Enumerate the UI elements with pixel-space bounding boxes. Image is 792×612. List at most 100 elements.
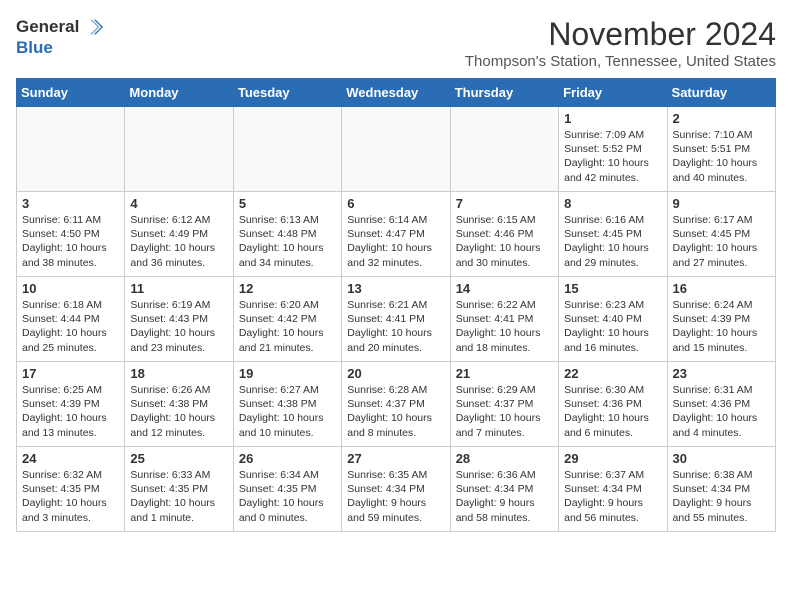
cell-details: Sunrise: 6:23 AMSunset: 4:40 PMDaylight:…	[564, 298, 661, 355]
cell-details: Sunrise: 6:12 AMSunset: 4:49 PMDaylight:…	[130, 213, 227, 270]
calendar-cell: 16 Sunrise: 6:24 AMSunset: 4:39 PMDayligh…	[667, 277, 775, 362]
day-number: 5	[239, 196, 336, 211]
calendar-cell: 7 Sunrise: 6:15 AMSunset: 4:46 PMDaylight…	[450, 192, 558, 277]
day-number: 27	[347, 451, 444, 466]
cell-details: Sunrise: 6:33 AMSunset: 4:35 PMDaylight:…	[130, 468, 227, 525]
cell-details: Sunrise: 6:26 AMSunset: 4:38 PMDaylight:…	[130, 383, 227, 440]
calendar-cell: 1 Sunrise: 7:09 AMSunset: 5:52 PMDaylight…	[559, 107, 667, 192]
day-number: 17	[22, 366, 119, 381]
calendar-header-row: SundayMondayTuesdayWednesdayThursdayFrid…	[17, 79, 776, 107]
logo-icon	[81, 16, 103, 38]
calendar-cell: 22Sunrise: 6:30 AMSunset: 4:36 PMDayligh…	[559, 362, 667, 447]
calendar-week-row: 17 Sunrise: 6:25 AMSunset: 4:39 PMDayligh…	[17, 362, 776, 447]
logo: General Blue	[16, 16, 103, 58]
column-header-sunday: Sunday	[17, 79, 125, 107]
calendar-cell: 14 Sunrise: 6:22 AMSunset: 4:41 PMDayligh…	[450, 277, 558, 362]
location-title: Thompson's Station, Tennessee, United St…	[465, 53, 776, 70]
calendar-cell: 19 Sunrise: 6:27 AMSunset: 4:38 PMDayligh…	[233, 362, 341, 447]
day-number: 15	[564, 281, 661, 296]
day-number: 21	[456, 366, 553, 381]
cell-details: Sunrise: 6:13 AMSunset: 4:48 PMDaylight:…	[239, 213, 336, 270]
calendar-cell: 4 Sunrise: 6:12 AMSunset: 4:49 PMDaylight…	[125, 192, 233, 277]
day-number: 19	[239, 366, 336, 381]
column-header-tuesday: Tuesday	[233, 79, 341, 107]
calendar-table: SundayMondayTuesdayWednesdayThursdayFrid…	[16, 78, 776, 532]
day-number: 16	[673, 281, 770, 296]
month-title: November 2024	[465, 16, 776, 53]
calendar-cell: 9 Sunrise: 6:17 AMSunset: 4:45 PMDaylight…	[667, 192, 775, 277]
calendar-cell: 2 Sunrise: 7:10 AMSunset: 5:51 PMDaylight…	[667, 107, 775, 192]
calendar-week-row: 24Sunrise: 6:32 AMSunset: 4:35 PMDayligh…	[17, 447, 776, 532]
calendar-cell: 28Sunrise: 6:36 AMSunset: 4:34 PMDayligh…	[450, 447, 558, 532]
cell-details: Sunrise: 6:25 AMSunset: 4:39 PMDaylight:…	[22, 383, 119, 440]
cell-details: Sunrise: 6:15 AMSunset: 4:46 PMDaylight:…	[456, 213, 553, 270]
cell-details: Sunrise: 6:16 AMSunset: 4:45 PMDaylight:…	[564, 213, 661, 270]
calendar-cell: 25Sunrise: 6:33 AMSunset: 4:35 PMDayligh…	[125, 447, 233, 532]
day-number: 10	[22, 281, 119, 296]
calendar-cell: 27 Sunrise: 6:35 AMSunset: 4:34 PMDayligh…	[342, 447, 450, 532]
calendar-cell: 20Sunrise: 6:28 AMSunset: 4:37 PMDayligh…	[342, 362, 450, 447]
cell-details: Sunrise: 6:21 AMSunset: 4:41 PMDaylight:…	[347, 298, 444, 355]
logo-blue: Blue	[16, 38, 53, 58]
day-number: 3	[22, 196, 119, 211]
day-number: 29	[564, 451, 661, 466]
calendar-cell: 6Sunrise: 6:14 AMSunset: 4:47 PMDaylight…	[342, 192, 450, 277]
day-number: 30	[673, 451, 770, 466]
day-number: 18	[130, 366, 227, 381]
cell-details: Sunrise: 6:20 AMSunset: 4:42 PMDaylight:…	[239, 298, 336, 355]
day-number: 9	[673, 196, 770, 211]
cell-details: Sunrise: 6:38 AMSunset: 4:34 PMDaylight:…	[673, 468, 770, 525]
cell-details: Sunrise: 7:10 AMSunset: 5:51 PMDaylight:…	[673, 128, 770, 185]
calendar-cell: 24Sunrise: 6:32 AMSunset: 4:35 PMDayligh…	[17, 447, 125, 532]
calendar-cell: 12 Sunrise: 6:20 AMSunset: 4:42 PMDayligh…	[233, 277, 341, 362]
column-header-monday: Monday	[125, 79, 233, 107]
calendar-cell: 21 Sunrise: 6:29 AMSunset: 4:37 PMDayligh…	[450, 362, 558, 447]
calendar-cell: 18 Sunrise: 6:26 AMSunset: 4:38 PMDayligh…	[125, 362, 233, 447]
day-number: 14	[456, 281, 553, 296]
cell-details: Sunrise: 6:37 AMSunset: 4:34 PMDaylight:…	[564, 468, 661, 525]
calendar-cell: 17 Sunrise: 6:25 AMSunset: 4:39 PMDayligh…	[17, 362, 125, 447]
calendar-week-row: 10Sunrise: 6:18 AMSunset: 4:44 PMDayligh…	[17, 277, 776, 362]
day-number: 7	[456, 196, 553, 211]
cell-details: Sunrise: 6:35 AMSunset: 4:34 PMDaylight:…	[347, 468, 444, 525]
column-header-wednesday: Wednesday	[342, 79, 450, 107]
calendar-cell: 10Sunrise: 6:18 AMSunset: 4:44 PMDayligh…	[17, 277, 125, 362]
day-number: 13	[347, 281, 444, 296]
calendar-week-row: 1 Sunrise: 7:09 AMSunset: 5:52 PMDaylight…	[17, 107, 776, 192]
cell-details: Sunrise: 6:11 AMSunset: 4:50 PMDaylight:…	[22, 213, 119, 270]
column-header-friday: Friday	[559, 79, 667, 107]
calendar-cell	[17, 107, 125, 192]
day-number: 4	[130, 196, 227, 211]
cell-details: Sunrise: 6:29 AMSunset: 4:37 PMDaylight:…	[456, 383, 553, 440]
calendar-cell	[450, 107, 558, 192]
calendar-cell: 11Sunrise: 6:19 AMSunset: 4:43 PMDayligh…	[125, 277, 233, 362]
calendar-cell: 8 Sunrise: 6:16 AMSunset: 4:45 PMDaylight…	[559, 192, 667, 277]
calendar-cell	[342, 107, 450, 192]
day-number: 8	[564, 196, 661, 211]
cell-details: Sunrise: 6:34 AMSunset: 4:35 PMDaylight:…	[239, 468, 336, 525]
day-number: 1	[564, 111, 661, 126]
cell-details: Sunrise: 6:27 AMSunset: 4:38 PMDaylight:…	[239, 383, 336, 440]
header: General Blue November 2024 Thompson's St…	[16, 16, 776, 70]
calendar-cell: 26Sunrise: 6:34 AMSunset: 4:35 PMDayligh…	[233, 447, 341, 532]
column-header-saturday: Saturday	[667, 79, 775, 107]
cell-details: Sunrise: 6:30 AMSunset: 4:36 PMDaylight:…	[564, 383, 661, 440]
column-header-thursday: Thursday	[450, 79, 558, 107]
day-number: 24	[22, 451, 119, 466]
cell-details: Sunrise: 6:28 AMSunset: 4:37 PMDaylight:…	[347, 383, 444, 440]
cell-details: Sunrise: 7:09 AMSunset: 5:52 PMDaylight:…	[564, 128, 661, 185]
cell-details: Sunrise: 6:31 AMSunset: 4:36 PMDaylight:…	[673, 383, 770, 440]
calendar-cell: 29 Sunrise: 6:37 AMSunset: 4:34 PMDayligh…	[559, 447, 667, 532]
calendar-cell: 23 Sunrise: 6:31 AMSunset: 4:36 PMDayligh…	[667, 362, 775, 447]
day-number: 2	[673, 111, 770, 126]
day-number: 6	[347, 196, 444, 211]
cell-details: Sunrise: 6:17 AMSunset: 4:45 PMDaylight:…	[673, 213, 770, 270]
cell-details: Sunrise: 6:22 AMSunset: 4:41 PMDaylight:…	[456, 298, 553, 355]
title-section: November 2024 Thompson's Station, Tennes…	[465, 16, 776, 70]
day-number: 12	[239, 281, 336, 296]
day-number: 28	[456, 451, 553, 466]
day-number: 23	[673, 366, 770, 381]
logo-general: General	[16, 17, 79, 37]
cell-details: Sunrise: 6:24 AMSunset: 4:39 PMDaylight:…	[673, 298, 770, 355]
cell-details: Sunrise: 6:19 AMSunset: 4:43 PMDaylight:…	[130, 298, 227, 355]
